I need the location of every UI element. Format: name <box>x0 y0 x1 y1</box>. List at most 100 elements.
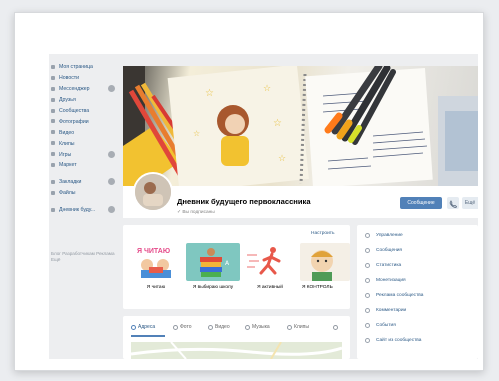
ads-icon <box>365 292 370 298</box>
art-label: Я ЧИТАЮ <box>137 248 170 255</box>
community-cover: ☆ ☆ ☆ ☆ ☆ <box>123 66 478 186</box>
management-menu: Управление Сообщения Статистика Монетиза… <box>357 225 478 359</box>
page-title: Дневник будущего первоклассника <box>177 197 311 206</box>
tab-label: Клипы <box>294 324 309 330</box>
menu-item-comments[interactable]: Комментарии <box>365 305 406 315</box>
menu-item-advertising[interactable]: Реклама сообщества <box>365 290 423 300</box>
market-icon <box>51 163 55 168</box>
thinking-kid-illustration <box>311 250 333 281</box>
avatar-image <box>135 174 171 210</box>
message-button[interactable]: Сообщение <box>400 197 442 209</box>
featured-item[interactable]: Я ЧИТАЮ Я читаю <box>129 243 183 290</box>
menu-item-site[interactable]: Сайт из сообщества <box>365 335 421 345</box>
sidebar-item-messenger[interactable]: Мессенджер <box>49 84 119 95</box>
photo-frame: Моя страница Новости Мессенджер Друзья С… <box>14 12 484 371</box>
more-icon <box>333 324 338 330</box>
featured-item[interactable]: A Я выбираю школу <box>186 243 240 290</box>
communities-icon <box>51 108 55 113</box>
active-tab-indicator <box>131 335 165 337</box>
photo-icon <box>51 119 55 124</box>
clips-icon <box>51 141 55 146</box>
sidebar-item-label: Видео <box>59 129 75 136</box>
sidebar-item-label: Дневник буду... <box>59 207 96 214</box>
menu-item-label: Статистика <box>376 262 402 268</box>
sidebar-item-label: Маркет <box>59 162 77 169</box>
svg-text:A: A <box>225 260 230 267</box>
menu-item-events[interactable]: События <box>365 320 396 330</box>
video-icon <box>51 130 55 135</box>
location-icon <box>131 324 136 330</box>
featured-item-image: Я ЧИТАЮ <box>129 243 183 281</box>
featured-caption: Я активный <box>257 285 283 290</box>
featured-item[interactable]: Я активный <box>243 243 297 290</box>
vk-page-screen: Моя страница Новости Мессенджер Друзья С… <box>49 54 478 359</box>
sidebar-item-label: Клипы <box>59 140 75 147</box>
site-icon <box>365 337 370 343</box>
sidebar-item-community[interactable]: Дневник буду... <box>49 205 119 216</box>
svg-text:☆: ☆ <box>193 129 200 138</box>
video-icon <box>208 324 213 330</box>
event-icon <box>365 322 370 328</box>
subscription-status[interactable]: ✓ Вы подписаны <box>177 210 215 215</box>
sidebar-item-photos[interactable]: Фотографии <box>49 116 119 127</box>
more-button[interactable]: Ещё <box>462 197 478 209</box>
message-icon <box>365 247 370 253</box>
sidebar-item-label: Закладки <box>59 179 82 186</box>
tab-more[interactable] <box>333 322 340 332</box>
sidebar-item-label: Игры <box>59 151 72 158</box>
sidebar-item-label: Файлы <box>59 190 76 197</box>
money-icon <box>365 277 370 283</box>
sidebar-item-label: Друзья <box>59 97 76 104</box>
reading-kids-illustration: Я ЧИТАЮ <box>137 248 171 278</box>
tab-music[interactable]: Музыка <box>245 322 270 332</box>
comment-icon <box>365 307 370 313</box>
menu-item-management[interactable]: Управление <box>365 230 403 240</box>
address-map[interactable] <box>130 341 343 359</box>
svg-text:☆: ☆ <box>273 118 282 129</box>
counter-badge <box>108 206 115 214</box>
tab-addresses[interactable]: Адреса <box>131 322 155 332</box>
svg-text:☆: ☆ <box>205 88 214 99</box>
tab-label: Музыка <box>252 324 270 330</box>
sidebar-item-video[interactable]: Видео <box>49 127 119 138</box>
menu-item-label: Комментарии <box>376 307 407 313</box>
content-tabs-card: Адреса Фото Видео Музыка Клипы <box>123 316 350 359</box>
tab-label: Адреса <box>138 324 156 330</box>
clips-icon <box>287 324 292 330</box>
configure-link[interactable]: Настроить <box>311 231 334 236</box>
featured-caption: Я КОНТРОЛЬ <box>302 285 333 290</box>
sidebar-item-label: Моя страница <box>59 64 93 71</box>
svg-text:☆: ☆ <box>278 154 286 164</box>
menu-item-statistics[interactable]: Статистика <box>365 260 401 270</box>
featured-item[interactable]: Я КОНТРОЛЬ <box>300 243 350 290</box>
community-avatar[interactable] <box>133 172 173 212</box>
home-icon <box>51 65 55 69</box>
sidebar-item-market[interactable]: Маркет <box>49 160 119 171</box>
sidebar-item-label: Мессенджер <box>59 86 90 93</box>
sidebar-item-bookmarks[interactable]: Закладки <box>49 177 119 188</box>
sidebar-item-files[interactable]: Файлы <box>49 188 119 199</box>
tab-clips[interactable]: Клипы <box>287 322 309 332</box>
sidebar-item-games[interactable]: Игры <box>49 149 119 160</box>
menu-item-messages[interactable]: Сообщения <box>365 245 402 255</box>
featured-caption: Я выбираю школу <box>192 285 234 290</box>
tab-video[interactable]: Видео <box>208 322 230 332</box>
sidebar-item-communities[interactable]: Сообщества <box>49 106 119 117</box>
tab-label: Видео <box>215 324 230 330</box>
featured-item-image: A <box>186 243 240 281</box>
sidebar-item-my-page[interactable]: Моя страница <box>49 62 119 73</box>
sidebar-item-clips[interactable]: Клипы <box>49 138 119 149</box>
sidebar-item-news[interactable]: Новости <box>49 73 119 84</box>
sidebar-footer-links[interactable]: Блог Разработчикам Реклама Ещё <box>51 251 115 263</box>
sidebar-item-friends[interactable]: Друзья <box>49 95 119 106</box>
photo-icon <box>173 324 178 330</box>
call-button[interactable] <box>447 197 459 209</box>
counter-badge <box>108 85 115 93</box>
running-figure-illustration <box>247 247 281 275</box>
bookmark-icon <box>51 179 55 184</box>
tab-photos[interactable]: Фото <box>173 322 192 332</box>
friends-icon <box>51 97 55 102</box>
counter-badge <box>108 178 115 186</box>
school-choice-illustration: A <box>200 248 230 277</box>
menu-item-monetization[interactable]: Монетизация <box>365 275 406 285</box>
